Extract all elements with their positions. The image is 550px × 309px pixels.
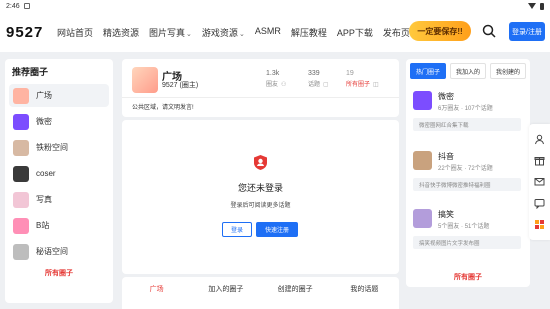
circle-avatar: [13, 139, 29, 156]
save-reminder-button[interactable]: 一定要保存!!: [409, 21, 471, 41]
members-icon: ⚇: [281, 82, 287, 88]
stat-topics: 339 话题 ▢: [308, 70, 329, 88]
not-logged-in-title: 您还未登录: [237, 183, 283, 193]
site-header: 9527 网站首页 精选资源 图片写真⌄ 游戏资源⌄ ASMR 解压教程 APP…: [0, 12, 550, 52]
circle-avatar: [413, 209, 432, 228]
status-time: 2:46: [6, 2, 20, 10]
circle-avatar: [13, 191, 29, 208]
login-prompt-panel: 您还未登录 登录后可阅读更多话题 登录 快速注册: [122, 120, 399, 274]
nav-featured[interactable]: 精选资源: [98, 26, 144, 39]
tab-joined[interactable]: 我加入的: [450, 63, 486, 79]
circle-item-bilibili[interactable]: B站: [9, 214, 109, 237]
circle-avatar: [413, 91, 432, 110]
recommended-circles-panel: 推荐圈子 广场 微密 铁粉空间 coser 写真 B站 秘语空间 所有圈子: [5, 59, 113, 303]
login-button[interactable]: 登录: [222, 222, 252, 237]
chat-icon[interactable]: [534, 198, 545, 209]
status-icons: [528, 2, 544, 10]
quick-register-button[interactable]: 快速注册: [256, 222, 298, 237]
site-logo[interactable]: 9527: [6, 24, 52, 41]
tab-created-circles[interactable]: 创建的圈子: [261, 284, 330, 294]
circle-name: 微密: [438, 92, 454, 101]
nav-app-download[interactable]: APP下载: [332, 26, 378, 39]
circle-tabs: 广场 加入的圈子 创建的圈子 我的话题: [122, 277, 399, 309]
circle-item-fans[interactable]: 铁粉空间: [9, 136, 109, 159]
not-logged-in-subtitle: 登录后可阅读更多话题: [230, 203, 291, 209]
nav-tutorials[interactable]: 解压教程: [286, 26, 332, 39]
circle-name: 抖音: [438, 152, 454, 161]
circle-avatar: [13, 243, 29, 260]
tab-hot-circles[interactable]: 热门圈子: [410, 63, 446, 79]
circle-avatar: [413, 151, 432, 170]
user-icon[interactable]: [534, 134, 545, 145]
chevron-down-icon: ⌄: [238, 30, 245, 38]
circle-description: 微密圈网红合集下载: [413, 118, 521, 131]
circle-description: 抖音快手微博微密推特福利圈: [413, 178, 521, 191]
hot-circles-panel: 热门圈子 我加入的 我创建的 微密 6万圈友 · 107个话题 微密圈网红合集下…: [406, 59, 530, 287]
battery-icon: [540, 2, 544, 10]
notification-icon: [23, 3, 30, 9]
nav-photos[interactable]: 图片写真⌄: [144, 26, 197, 39]
circle-item-photos[interactable]: 写真: [9, 188, 109, 211]
panel-title: 推荐圈子: [12, 67, 49, 77]
topics-icon: ▢: [323, 82, 329, 88]
circle-avatar: [13, 87, 29, 104]
divider: [122, 97, 399, 98]
nav-games[interactable]: 游戏资源⌄: [197, 26, 250, 39]
circle-name: 搞笑: [438, 210, 454, 219]
mail-icon[interactable]: [534, 176, 545, 187]
stat-members: 1.3k 圈友 ⚇: [266, 70, 287, 88]
circle-meta: 5个圈友 · 51个话题: [438, 224, 490, 230]
login-register-button[interactable]: 登录/注册: [509, 22, 545, 41]
status-bar: 2:46: [0, 0, 550, 12]
tab-created[interactable]: 我创建的: [490, 63, 526, 79]
tab-square[interactable]: 广场: [122, 284, 191, 294]
gift-icon[interactable]: [534, 155, 545, 166]
all-circles-link[interactable]: 所有圈子: [9, 268, 109, 278]
circle-description: 搞笑视频图片文字发布圈: [413, 236, 521, 249]
circles-icon: ◫: [373, 82, 379, 88]
welcome-notice: 公共区域，请文明发言!: [132, 105, 194, 111]
hot-circles-tabs: 热门圈子 我加入的 我创建的: [406, 59, 530, 79]
all-circles-link[interactable]: 所有圈子: [406, 272, 530, 282]
circle-logo: [132, 67, 158, 93]
circle-avatar: [13, 113, 29, 130]
circle-info-card: 广场 9527 (圈主) 1.3k 圈友 ⚇ 339 话题 ▢ 19 所有圈子 ◫ 公…: [122, 59, 399, 117]
circle-item-weimi[interactable]: 微密: [9, 110, 109, 133]
nav-asmr[interactable]: ASMR: [250, 26, 286, 39]
circle-meta: 6万圈友 · 107个话题: [438, 106, 493, 112]
chevron-down-icon: ⌄: [186, 30, 192, 38]
circle-item-square[interactable]: 广场: [9, 84, 109, 107]
tab-joined-circles[interactable]: 加入的圈子: [191, 284, 260, 294]
circle-meta: 22个圈友 · 72个话题: [438, 166, 493, 172]
floating-toolbar: [529, 124, 550, 240]
apps-icon[interactable]: [534, 219, 545, 230]
search-icon[interactable]: [482, 24, 496, 38]
main-nav: 网站首页 精选资源 图片写真⌄ 游戏资源⌄ ASMR 解压教程 APP下载 发布…: [52, 26, 415, 39]
circle-item-secret[interactable]: 秘语空间: [9, 240, 109, 263]
circle-avatar: [13, 165, 29, 182]
tab-my-topics[interactable]: 我的话题: [330, 284, 399, 294]
circle-item-coser[interactable]: coser: [9, 162, 109, 185]
user-shield-icon: [252, 154, 269, 171]
nav-home[interactable]: 网站首页: [52, 26, 98, 39]
circle-owner: 9527 (圈主): [162, 82, 199, 89]
circle-avatar: [13, 217, 29, 234]
wifi-icon: [528, 3, 536, 9]
stat-all-circles[interactable]: 19 所有圈子 ◫: [346, 70, 379, 88]
